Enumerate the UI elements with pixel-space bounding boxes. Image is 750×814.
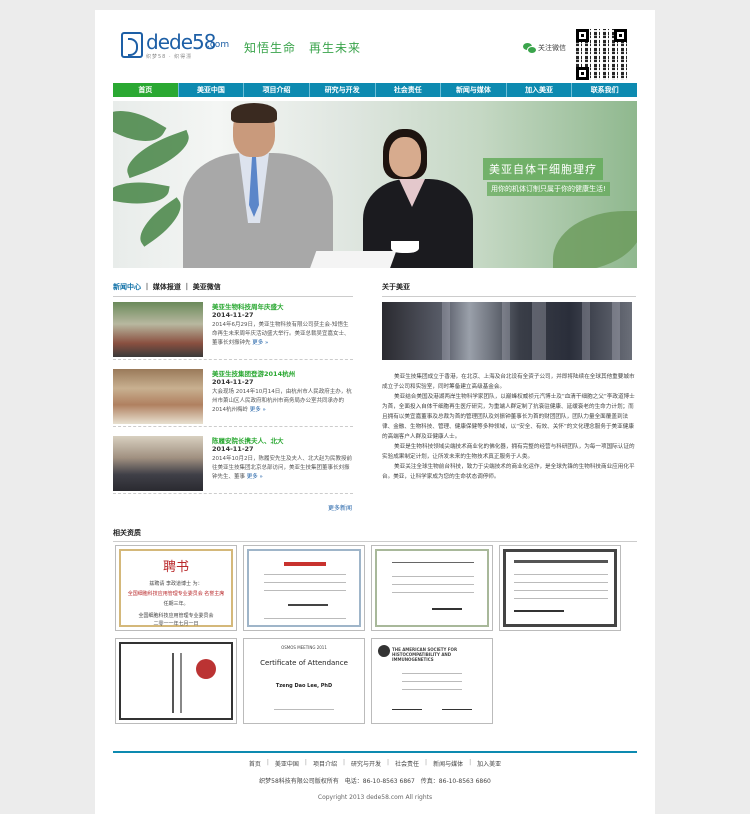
certificate-thumb[interactable] [115, 638, 237, 724]
footer-link[interactable]: 研究与开发 [351, 759, 381, 768]
about-paragraph: 美亚关注全球生物前台科技，致力于尖端技术的商业化运作，是全球先锋的生物科技商业应… [382, 464, 635, 480]
footer-info: 织梦58科技有限公司版权所有 电话：86-10-8563 6867 传真：86-… [259, 778, 491, 785]
banner-title: 美亚自体干细胞理疗 [483, 158, 603, 180]
news-date: 2014-11-27 [212, 445, 254, 453]
nav-contact[interactable]: 联系我们 [572, 83, 637, 97]
news-title[interactable]: 美亚生技集团登游2014杭州 [212, 368, 295, 378]
about-image [382, 302, 632, 360]
leaf-decoration [553, 211, 637, 268]
news-thumbnail[interactable] [113, 369, 203, 424]
news-title[interactable]: 陈履安院长携夫人、北大 [212, 435, 284, 445]
logo-subtitle: 织梦58 · 织得漂 [146, 54, 193, 60]
about-heading: 关于美亚 [382, 282, 636, 297]
footer-link[interactable]: 加入美亚 [477, 759, 501, 768]
about-text: 美亚生技集团成立于香港，在北京、上海及台北设有全资子公司，并即将陆续在全球其他重… [382, 372, 636, 482]
site-logo[interactable]: dede58 .com 织梦58 · 织得漂 [121, 30, 231, 66]
wechat-follow[interactable]: 关注微信 [523, 43, 566, 54]
more-news-link[interactable]: 更多新闻 [328, 503, 352, 512]
nav-research[interactable]: 研究与开发 [310, 83, 376, 97]
news-excerpt: 2014年10月2日，陈履安先生及夫人、北大赵为民教授前往美亚生技集团北京总部访… [212, 456, 352, 480]
banner-paper [309, 251, 397, 268]
footer-nav: 首页 | 美亚中国 | 项目介绍 | 研究与开发 | 社会责任 | 新闻与媒体 | 加入美亚 [248, 759, 502, 768]
footer-link[interactable]: 项目介绍 [313, 759, 337, 768]
qr-corner [576, 67, 589, 80]
nav-join[interactable]: 加入美亚 [507, 83, 573, 97]
wechat-icon [523, 43, 537, 54]
footer-link[interactable]: 美亚中国 [275, 759, 299, 768]
qr-corner [614, 29, 627, 42]
tab-media-reports[interactable]: 媒体报道 [153, 283, 181, 291]
nav-projects[interactable]: 项目介绍 [244, 83, 310, 97]
news-excerpt: 大会现场 2014年10月14日，由杭州市人民政府主办，杭州市萧山区人民政府和杭… [212, 389, 352, 413]
news-excerpt: 2014年6月29日，美亚生物科技有限公司获主会-知悟生命再生未来周年庆活动盛大… [212, 322, 350, 346]
news-tabs: 新闻中心 ｜ 媒体报道 ｜ 美亚微信 [113, 282, 353, 297]
wechat-label: 关注微信 [538, 44, 566, 52]
nav-news-media[interactable]: 新闻与媒体 [441, 83, 507, 97]
main-nav: 首页 美亚中国 项目介绍 研究与开发 社会责任 新闻与媒体 加入美亚 联系我们 [113, 83, 637, 97]
qr-corner [576, 29, 589, 42]
news-thumbnail[interactable] [113, 302, 203, 357]
certificate-thumb[interactable] [371, 545, 493, 631]
certificates-heading: 相关资质 [113, 528, 637, 542]
tab-news-center[interactable]: 新闻中心 [113, 283, 141, 291]
about-paragraph: 美亚是生物科技领域尖端技术商业化的佛化器，拥有完整的经营与科研团队，为每一项国际… [382, 444, 635, 460]
news-item: 美亚生物科技周年庆盛大 2014-11-27 2014年6月29日，美亚生物科技… [113, 298, 353, 360]
footer-copyright: Copyright 2013 dede58.com All rights [317, 794, 433, 801]
about-paragraph: 美亚生技集团成立于香港，在北京、上海及台北设有全资子公司，并即将陆续在全球其他重… [382, 374, 635, 390]
footer-link[interactable]: 社会责任 [395, 759, 419, 768]
leaf-decoration [113, 175, 170, 211]
page: dede58 .com 织梦58 · 织得漂 知悟生命 再生未来 关注微信 首页… [95, 10, 655, 814]
news-thumbnail[interactable] [113, 436, 203, 491]
news-item: 陈履安院长携夫人、北大 2014-11-27 2014年10月2日，陈履安先生及… [113, 432, 353, 494]
banner-man [173, 103, 333, 268]
news-more-link[interactable]: 更多 » [250, 407, 266, 413]
news-date: 2014-11-27 [212, 311, 254, 319]
news-date: 2014-11-27 [212, 378, 254, 386]
footer-link[interactable]: 首页 [249, 759, 261, 768]
certificate-thumb[interactable]: 聘书 兹聘请 李政道博士 为： 全国细胞科技应用管理专业委员会 名誉主席 任期三… [115, 545, 237, 631]
logo-domain: .com [207, 40, 230, 50]
nav-social[interactable]: 社会责任 [376, 83, 442, 97]
logo-mark-icon [121, 32, 143, 58]
about-paragraph: 美亚结合美国及港湖两岸生物科学家团队，以巅峰权威祯元汽博士及“血清干细胞之父”李… [382, 394, 635, 440]
news-title[interactable]: 美亚生物科技周年庆盛大 [212, 301, 284, 311]
news-more-link[interactable]: 更多 » [252, 340, 268, 346]
footer-divider [113, 751, 637, 753]
nav-meiya-china[interactable]: 美亚中国 [179, 83, 245, 97]
nav-home[interactable]: 首页 [113, 83, 179, 97]
certificate-thumb[interactable] [499, 545, 621, 631]
certificate-thumb[interactable] [243, 545, 365, 631]
certificate-thumb[interactable]: THE AMERICAN SOCIETY FOR HISTOCOMPATIBIL… [371, 638, 493, 724]
news-more-link[interactable]: 更多 » [247, 474, 263, 480]
footer-link[interactable]: 新闻与媒体 [433, 759, 463, 768]
banner-cup [391, 241, 419, 253]
banner-subtitle: 用你的机体订制只属于你的健康生活! [487, 182, 610, 196]
site-slogan: 知悟生命 再生未来 [244, 41, 362, 55]
certificate-title: 聘书 [162, 560, 189, 575]
certificate-thumb[interactable]: OSMOS MEETING 2011 Certificate of Attend… [243, 638, 365, 724]
hero-banner[interactable]: 美亚自体干细胞理疗 用你的机体订制只属于你的健康生活! [113, 101, 637, 268]
logo-text: dede58 [146, 30, 216, 54]
news-item: 美亚生技集团登游2014杭州 2014-11-27 大会现场 2014年10月1… [113, 365, 353, 427]
tab-wechat[interactable]: 美亚微信 [193, 283, 221, 291]
